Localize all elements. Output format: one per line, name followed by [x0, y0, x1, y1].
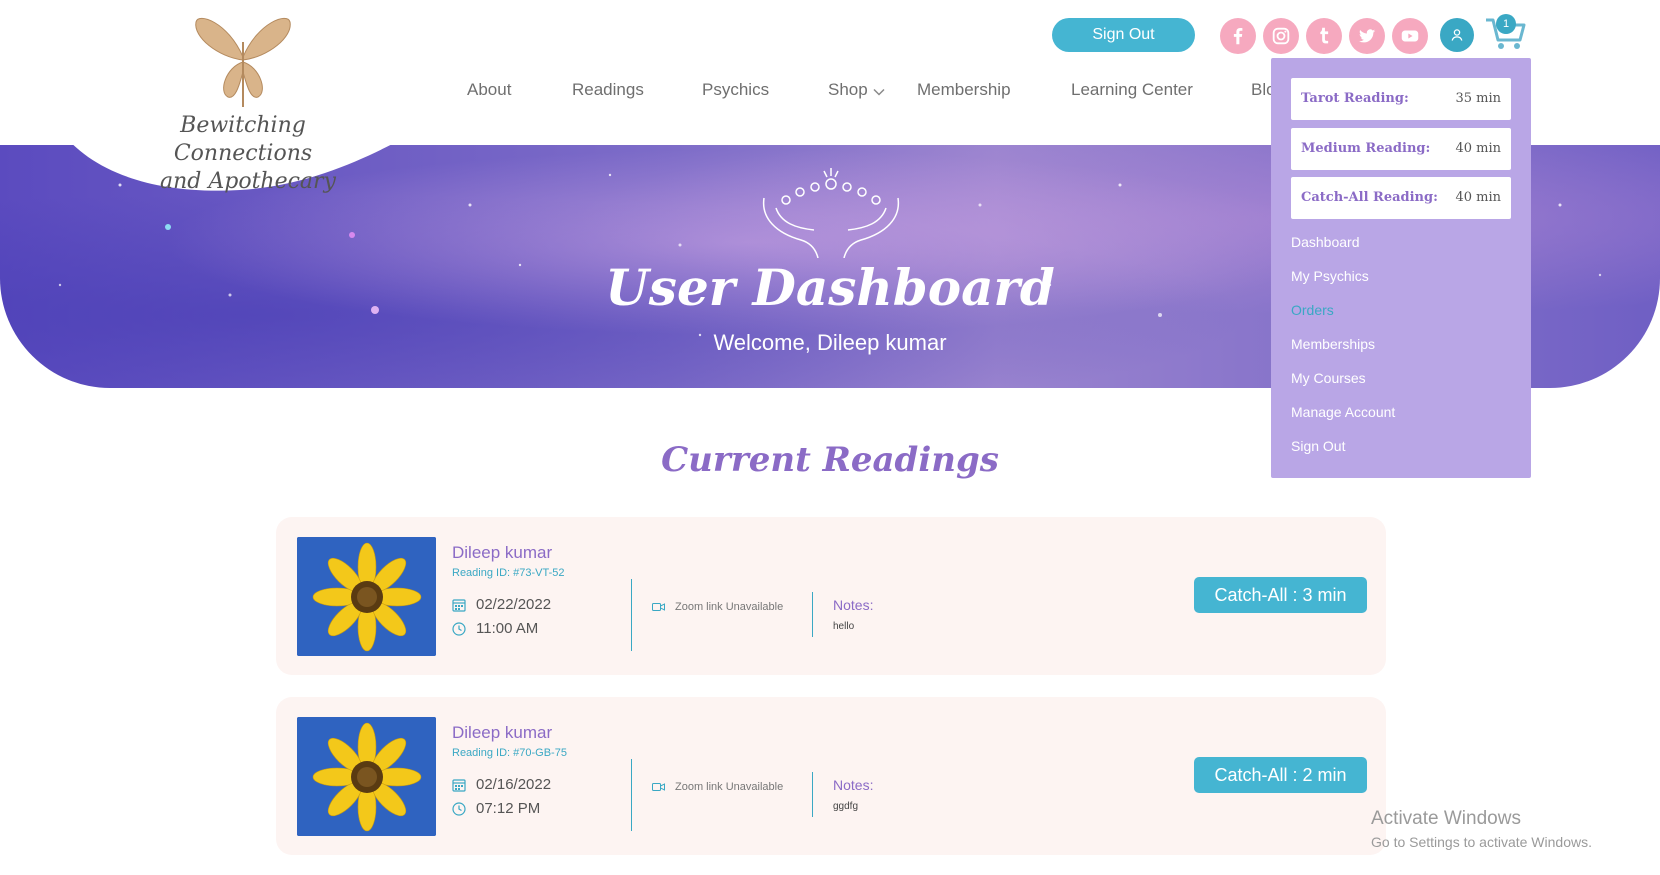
zoom-link-status: Zoom link Unavailable [652, 601, 783, 613]
notes-text: hello [833, 621, 855, 632]
nav-learning-center[interactable]: Learning Center [1071, 80, 1193, 100]
butterfly-logo-icon [195, 17, 291, 107]
reading-time: 11:00 AM [452, 620, 538, 637]
divider [631, 759, 632, 831]
reading-balance-medium: Medium Reading: 40 min [1291, 128, 1511, 170]
menu-my-courses[interactable]: My Courses [1291, 370, 1366, 386]
reading-type-button[interactable]: Catch-All : 2 min [1194, 757, 1367, 793]
menu-my-psychics[interactable]: My Psychics [1291, 268, 1369, 284]
reading-thumbnail [297, 537, 436, 656]
header-sign-out-button[interactable]: Sign Out [1052, 18, 1195, 52]
account-dropdown-menu: Tarot Reading: 35 min Medium Reading: 40… [1271, 58, 1531, 478]
reading-balance-name: Tarot Reading: [1301, 91, 1409, 106]
menu-orders[interactable]: Orders [1291, 302, 1334, 318]
reading-thumbnail [297, 717, 436, 836]
nav-membership[interactable]: Membership [917, 80, 1011, 100]
zoom-link-status: Zoom link Unavailable [652, 781, 783, 793]
clock-icon [452, 621, 466, 636]
logo-line-1: Bewitching Connections [173, 113, 313, 166]
activate-windows-title: Activate Windows [1371, 808, 1521, 829]
calendar-icon [452, 778, 466, 792]
reading-time: 07:12 PM [452, 800, 540, 817]
chevron-down-icon[interactable] [873, 86, 885, 98]
video-camera-icon [652, 783, 665, 791]
reader-name: Dileep kumar [452, 723, 553, 742]
user-account-button[interactable] [1440, 18, 1474, 52]
sunflower-image [297, 717, 436, 836]
notes-text: ggdfg [833, 801, 859, 812]
zoom-link-text: Zoom link Unavailable [675, 781, 784, 793]
instagram-icon[interactable] [1263, 18, 1299, 54]
tumblr-icon[interactable] [1306, 18, 1342, 54]
divider [812, 592, 813, 637]
reader-name: Dileep kumar [452, 543, 553, 562]
reading-card: Dileep kumar Reading ID: #70-GB-75 02/16… [276, 697, 1386, 855]
reading-date-text: 02/16/2022 [476, 776, 552, 793]
nav-readings[interactable]: Readings [572, 80, 644, 100]
reading-type-button[interactable]: Catch-All : 3 min [1194, 577, 1367, 613]
reading-balance-name: Catch-All Reading: [1301, 190, 1438, 205]
divider [812, 772, 813, 817]
youtube-icon[interactable] [1392, 18, 1428, 54]
reading-date: 02/16/2022 [452, 776, 551, 793]
reading-balance-time: 35 min [1455, 91, 1501, 106]
reading-time-text: 07:12 PM [476, 800, 541, 817]
reading-balance-name: Medium Reading: [1301, 141, 1431, 156]
logo-text: Bewitching Connections and Apothecary [138, 112, 348, 196]
user-icon [1451, 29, 1463, 41]
sunflower-image [297, 537, 436, 656]
nav-psychics[interactable]: Psychics [702, 80, 769, 100]
nav-shop[interactable]: Shop [828, 80, 868, 100]
notes-label: Notes: [833, 777, 874, 793]
hands-moon-icon [762, 168, 900, 258]
reading-date-text: 02/22/2022 [476, 596, 552, 613]
reading-balance-time: 40 min [1455, 190, 1501, 205]
cart-count-badge: 1 [1496, 14, 1516, 34]
reading-time-text: 11:00 AM [476, 620, 539, 637]
notes-label: Notes: [833, 597, 874, 613]
reading-id: Reading ID: #70-GB-75 [452, 747, 567, 759]
reading-balance-time: 40 min [1455, 141, 1501, 156]
calendar-icon [452, 598, 466, 612]
clock-icon [452, 801, 466, 816]
reading-id: Reading ID: #73-VT-52 [452, 567, 565, 579]
reading-balance-tarot: Tarot Reading: 35 min [1291, 78, 1511, 120]
zoom-link-text: Zoom link Unavailable [675, 601, 784, 613]
menu-dashboard[interactable]: Dashboard [1291, 234, 1360, 250]
site-logo[interactable]: Bewitching Connections and Apothecary [138, 12, 348, 194]
menu-sign-out[interactable]: Sign Out [1291, 438, 1345, 454]
logo-line-2: and Apothecary [160, 169, 336, 194]
menu-memberships[interactable]: Memberships [1291, 336, 1375, 352]
facebook-icon[interactable] [1220, 18, 1256, 54]
nav-about[interactable]: About [467, 80, 511, 100]
activate-windows-hint: Go to Settings to activate Windows. [1371, 834, 1592, 850]
divider [631, 579, 632, 651]
video-camera-icon [652, 603, 665, 611]
reading-balance-catch-all: Catch-All Reading: 40 min [1291, 177, 1511, 219]
reading-date: 02/22/2022 [452, 596, 551, 613]
menu-manage-account[interactable]: Manage Account [1291, 404, 1395, 420]
twitter-icon[interactable] [1349, 18, 1385, 54]
reading-card: Dileep kumar Reading ID: #73-VT-52 02/22… [276, 517, 1386, 675]
